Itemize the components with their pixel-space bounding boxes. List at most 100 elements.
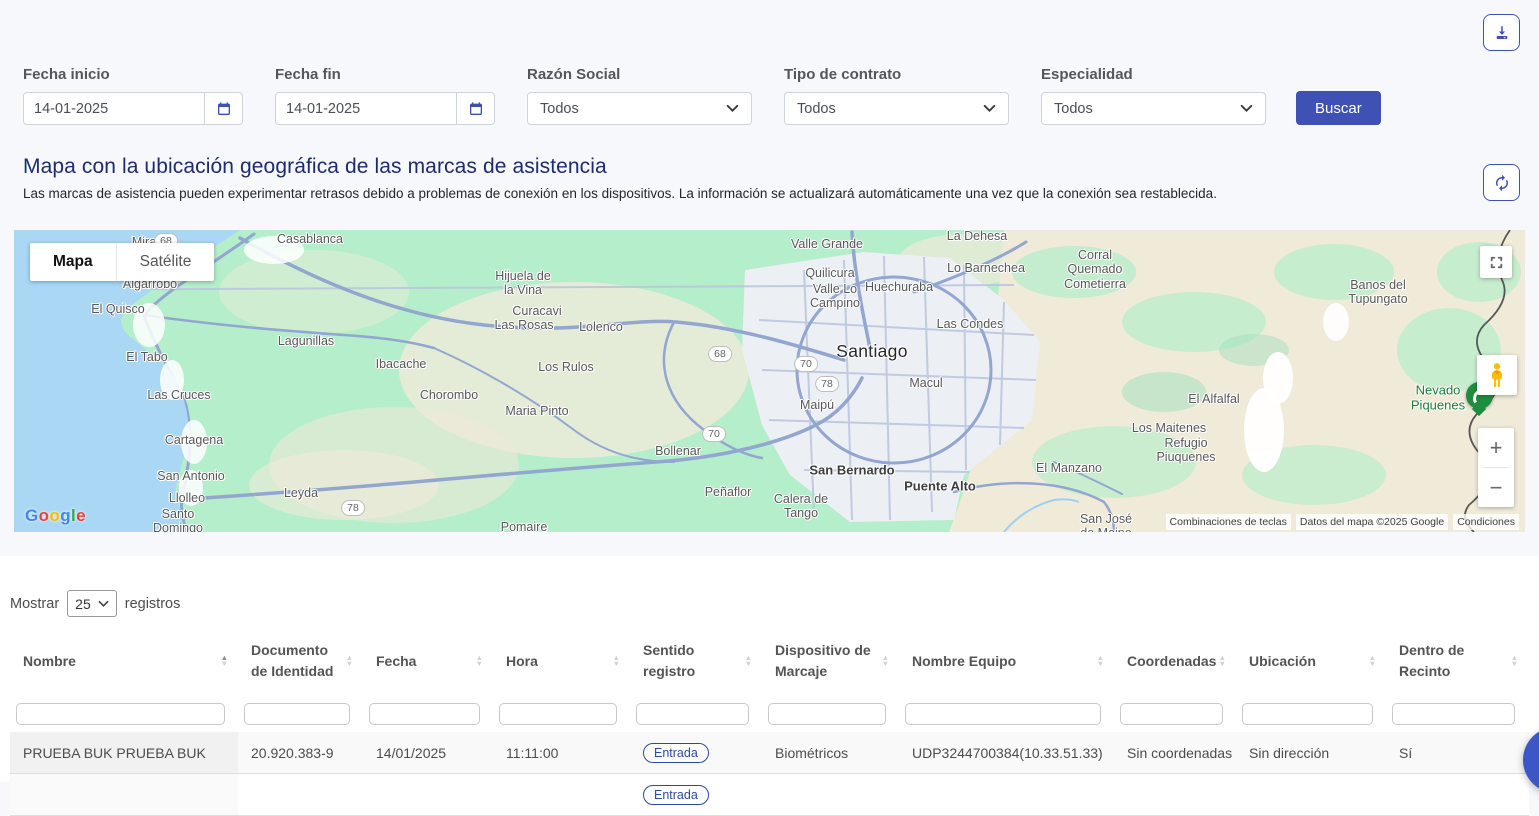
column-header[interactable]: Fecha▲▼ [363,651,493,672]
page-subtitle: Las marcas de asistencia pueden experime… [23,186,1403,201]
table-row: PRUEBA BUK PRUEBA BUK20.920.383-914/01/2… [10,732,1529,774]
especialidad-select[interactable]: Todos [1041,92,1266,125]
filter-cell [1386,703,1528,725]
calendar-icon[interactable] [205,93,242,124]
fecha-fin-input[interactable] [276,93,456,124]
column-filter-input[interactable] [16,703,225,725]
table-cell: Entrada [630,732,762,773]
show-label: Mostrar [10,596,59,612]
google-logo[interactable]: Google [25,506,86,526]
map-type-control: Mapa Satélite [30,243,214,281]
column-header-label: Nombre Equipo [912,651,1016,672]
column-filter-input[interactable] [636,703,749,725]
google-map[interactable]: MirasolCasablancaAlgarroboEl QuiscoHijue… [14,230,1525,532]
razon-social-label: Razón Social [527,66,752,83]
satellite-tab[interactable]: Satélite [116,243,215,281]
sort-icons: ▲▼ [346,655,353,668]
tipo-contrato-select[interactable]: Todos [784,92,1009,125]
sort-desc-icon: ▼ [1511,661,1518,668]
column-filter-input[interactable] [1120,703,1223,725]
zoom-out-button[interactable]: − [1478,468,1514,507]
especialidad-group: Especialidad Todos [1041,66,1266,125]
filter-cell [238,703,363,725]
tipo-contrato-value: Todos [797,101,836,117]
column-filter-input[interactable] [1392,703,1515,725]
tipo-contrato-group: Tipo de contrato Todos [784,66,1009,125]
terms-link[interactable]: Condiciones [1453,514,1519,530]
column-filter-input[interactable] [369,703,480,725]
calendar-icon[interactable] [457,93,494,124]
column-header[interactable]: Sentido registro▲▼ [630,640,762,682]
column-filter-input[interactable] [244,703,350,725]
records-section: Mostrar 25 registros Nombre▲▼Documento d… [0,556,1539,782]
download-button[interactable] [1483,14,1520,51]
chevron-down-icon [98,600,109,608]
filter-cell [363,703,493,725]
column-header-label: Fecha [376,651,416,672]
tipo-contrato-label: Tipo de contrato [784,66,1009,83]
table-cell: UDP3244700384(10.33.51.33) [899,732,1114,773]
sort-desc-icon: ▼ [221,661,228,668]
entrada-badge: Entrada [643,785,709,805]
sort-desc-icon: ▼ [613,661,620,668]
table-cell [10,774,238,815]
table-cell [1236,774,1386,815]
column-header[interactable]: Hora▲▼ [493,651,630,672]
sort-icons: ▲▼ [745,655,752,668]
column-header[interactable]: Nombre Equipo▲▼ [899,651,1114,672]
sort-desc-icon: ▼ [1219,661,1226,668]
fullscreen-button[interactable] [1480,246,1512,278]
keyboard-shortcuts-button[interactable]: Combinaciones de teclas [1166,514,1291,530]
map-tab[interactable]: Mapa [30,243,116,281]
especialidad-value: Todos [1054,101,1093,117]
records-table: Nombre▲▼Documento de Identidad▲▼Fecha▲▼H… [10,626,1529,816]
table-cell [238,774,363,815]
column-header-label: Dentro de Recinto [1399,640,1511,682]
razon-social-select[interactable]: Todos [527,92,752,125]
sort-desc-icon: ▼ [346,661,353,668]
table-cell [493,774,630,815]
table-cell: Sin dirección [1236,732,1386,773]
refresh-button[interactable] [1483,164,1520,201]
buscar-button[interactable]: Buscar [1296,91,1381,125]
filter-cell [762,703,899,725]
page-size-select[interactable]: 25 [67,590,117,617]
chevron-down-icon [1240,104,1253,113]
sort-desc-icon: ▼ [745,661,752,668]
table-cell: Entrada [630,774,762,815]
column-header-label: Dispositivo de Marcaje [775,640,882,682]
column-header[interactable]: Dentro de Recinto▲▼ [1386,640,1528,682]
sort-desc-icon: ▼ [1097,661,1104,668]
column-header-label: Documento de Identidad [251,640,346,682]
column-header-label: Hora [506,651,538,672]
pegman-control[interactable] [1477,355,1517,395]
pegman-icon [1486,362,1508,388]
table-cell: 11:11:00 [493,732,630,773]
column-header[interactable]: Ubicación▲▼ [1236,651,1386,672]
zoom-in-button[interactable]: + [1478,428,1514,467]
column-header[interactable]: Coordenadas▲▼ [1114,651,1236,672]
fecha-fin-field [275,92,495,125]
sort-icons: ▲▼ [1219,655,1226,668]
column-header[interactable]: Nombre▲▼ [10,651,238,672]
sort-desc-icon: ▼ [1369,661,1376,668]
column-filter-input[interactable] [1242,703,1373,725]
column-filter-input[interactable] [499,703,617,725]
table-body: PRUEBA BUK PRUEBA BUK20.920.383-914/01/2… [10,732,1529,816]
table-header-row: Nombre▲▼Documento de Identidad▲▼Fecha▲▼H… [10,626,1529,696]
fecha-inicio-group: Fecha inicio [23,66,243,125]
chevron-down-icon [726,104,739,113]
fecha-inicio-label: Fecha inicio [23,66,243,83]
column-header[interactable]: Dispositivo de Marcaje▲▼ [762,640,899,682]
column-filter-input[interactable] [905,703,1101,725]
fecha-inicio-input[interactable] [24,93,204,124]
refresh-icon [1493,174,1511,192]
column-header[interactable]: Documento de Identidad▲▼ [238,640,363,682]
column-filter-input[interactable] [768,703,886,725]
entrada-badge: Entrada [643,743,709,763]
table-cell: 14/01/2025 [363,732,493,773]
zoom-control: + − [1478,428,1514,507]
filter-cell [1236,703,1386,725]
fecha-inicio-field [23,92,243,125]
table-row: Entrada [10,774,1529,816]
